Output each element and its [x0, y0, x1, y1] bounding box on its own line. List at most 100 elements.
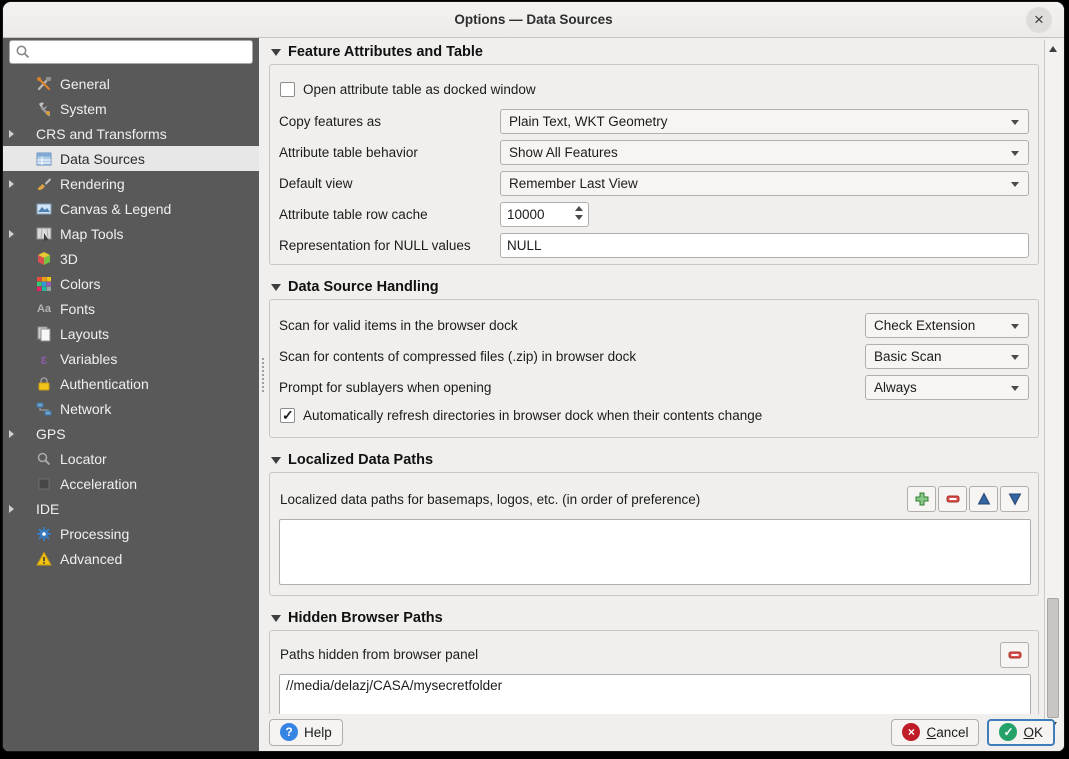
expander-icon[interactable] — [9, 180, 36, 188]
scroll-viewport: Feature Attributes and Table Open attrib… — [269, 40, 1045, 714]
sidebar-item-label: Map Tools — [60, 226, 124, 242]
sidebar-item-fonts[interactable]: Aa Fonts — [3, 296, 259, 321]
sidebar-item-network[interactable]: Network — [3, 396, 259, 421]
sidebar-item-canvas-legend[interactable]: Canvas & Legend — [3, 196, 259, 221]
sidebar-item-map-tools[interactable]: Map Tools — [3, 221, 259, 246]
sidebar-item-label: Advanced — [60, 551, 122, 567]
copy-features-dropdown[interactable]: Plain Text, WKT Geometry — [500, 109, 1029, 134]
collapse-triangle-icon[interactable] — [271, 457, 281, 464]
move-path-down-button[interactable] — [1000, 486, 1029, 512]
sidebar-item-variables[interactable]: ε Variables — [3, 346, 259, 371]
scan-valid-items-dropdown[interactable]: Check Extension — [865, 313, 1029, 338]
minus-icon — [1007, 647, 1023, 663]
lock-icon — [36, 376, 52, 392]
data-source-handling-groupbox: Scan for valid items in the browser dock… — [269, 299, 1039, 438]
sidebar-item-rendering[interactable]: Rendering — [3, 171, 259, 196]
paintbrush-icon — [36, 176, 52, 192]
scroll-up-icon[interactable] — [1049, 46, 1057, 52]
dropdown-value: Remember Last View — [509, 176, 638, 191]
sidebar-item-data-sources[interactable]: Data Sources — [3, 146, 259, 171]
sidebar-item-label: General — [60, 76, 110, 92]
spin-up-icon[interactable] — [575, 206, 583, 211]
sidebar-item-label: Authentication — [60, 376, 149, 392]
add-path-button[interactable] — [907, 486, 936, 512]
ok-button-label: OK — [1023, 725, 1043, 740]
row-cache-spinner[interactable] — [500, 202, 589, 227]
title-bar[interactable]: Options — Data Sources × — [3, 2, 1064, 38]
search-icon — [15, 44, 31, 60]
system-wrench-icon — [36, 101, 52, 117]
group-localized-data-paths[interactable]: Localized Data Paths — [269, 450, 1045, 470]
sidebar-item-label: IDE — [36, 501, 59, 517]
sidebar-item-locator[interactable]: Locator — [3, 446, 259, 471]
group-title: Hidden Browser Paths — [288, 610, 443, 626]
panel-splitter[interactable] — [259, 38, 267, 751]
cancel-button-label: Cancel — [926, 725, 968, 740]
dropdown-value: Basic Scan — [874, 349, 942, 364]
sidebar-item-label: Rendering — [60, 176, 125, 192]
sidebar-item-label: Processing — [60, 526, 129, 542]
sidebar-item-processing[interactable]: Processing — [3, 521, 259, 546]
group-hidden-browser-paths[interactable]: Hidden Browser Paths — [269, 608, 1045, 628]
group-title: Data Source Handling — [288, 279, 439, 295]
move-path-up-button[interactable] — [969, 486, 998, 512]
hidden-path-item[interactable]: //media/delazj/CASA/mysecretfolder — [280, 675, 1030, 696]
collapse-triangle-icon[interactable] — [271, 49, 281, 56]
sidebar-item-advanced[interactable]: Advanced — [3, 546, 259, 571]
ok-button[interactable]: ✓ OK — [987, 719, 1055, 746]
warning-triangle-icon — [36, 551, 52, 567]
cancel-button[interactable]: × Cancel — [891, 719, 979, 746]
localized-paths-list[interactable] — [279, 519, 1031, 585]
sidebar-item-label: Acceleration — [60, 476, 137, 492]
collapse-triangle-icon[interactable] — [271, 284, 281, 291]
spin-down-icon[interactable] — [575, 215, 583, 220]
arrow-down-icon — [1007, 491, 1023, 507]
sidebar-item-gps[interactable]: GPS — [3, 421, 259, 446]
help-button[interactable]: ? Help — [269, 719, 343, 746]
group-feature-attributes[interactable]: Feature Attributes and Table — [269, 42, 1045, 62]
plus-icon — [914, 491, 930, 507]
feature-attributes-groupbox: Open attribute table as docked window Co… — [269, 64, 1039, 265]
vertical-scrollbar[interactable] — [1044, 40, 1061, 734]
sidebar-item-colors[interactable]: Colors — [3, 271, 259, 296]
expander-icon[interactable] — [9, 505, 36, 513]
canvas-image-icon — [36, 201, 52, 217]
sidebar-item-3d[interactable]: 3D — [3, 246, 259, 271]
expander-icon[interactable] — [9, 230, 36, 238]
minus-icon — [945, 491, 961, 507]
scrollbar-thumb[interactable] — [1047, 598, 1059, 718]
sidebar-item-authentication[interactable]: Authentication — [3, 371, 259, 396]
null-representation-input[interactable] — [500, 233, 1029, 258]
checkbox-label: Automatically refresh directories in bro… — [303, 408, 762, 423]
hidden-paths-list[interactable]: //media/delazj/CASA/mysecretfolder — [279, 674, 1031, 714]
dialog-button-bar: ? Help × Cancel ✓ OK — [267, 713, 1064, 751]
sidebar-item-label: Canvas & Legend — [60, 201, 171, 217]
remove-path-button[interactable] — [938, 486, 967, 512]
sidebar-item-crs-and-transforms[interactable]: CRS and Transforms — [3, 121, 259, 146]
default-view-dropdown[interactable]: Remember Last View — [500, 171, 1029, 196]
expander-icon[interactable] — [9, 130, 36, 138]
prompt-sublayers-dropdown[interactable]: Always — [865, 375, 1029, 400]
attr-table-behavior-dropdown[interactable]: Show All Features — [500, 140, 1029, 165]
sidebar-item-system[interactable]: System — [3, 96, 259, 121]
collapse-triangle-icon[interactable] — [271, 615, 281, 622]
auto-refresh-directories-checkbox[interactable] — [280, 408, 295, 423]
sidebar-item-ide[interactable]: IDE — [3, 496, 259, 521]
close-icon[interactable]: × — [1026, 7, 1052, 33]
dropdown-value: Show All Features — [509, 145, 618, 160]
sidebar-item-label: Locator — [60, 451, 107, 467]
expander-icon[interactable] — [9, 430, 36, 438]
open-attr-table-docked-checkbox[interactable] — [280, 82, 295, 97]
sidebar-item-label: Layouts — [60, 326, 109, 342]
search-input[interactable] — [9, 40, 253, 64]
group-title: Feature Attributes and Table — [288, 44, 483, 60]
sidebar-item-general[interactable]: General — [3, 71, 259, 96]
sidebar-item-layouts[interactable]: Layouts — [3, 321, 259, 346]
scan-zip-dropdown[interactable]: Basic Scan — [865, 344, 1029, 369]
group-data-source-handling[interactable]: Data Source Handling — [269, 277, 1045, 297]
sidebar-item-acceleration[interactable]: Acceleration — [3, 471, 259, 496]
remove-hidden-path-button[interactable] — [1000, 642, 1029, 668]
epsilon-variable-icon: ε — [36, 351, 52, 367]
copy-features-label: Copy features as — [279, 114, 500, 129]
sidebar-item-label: Variables — [60, 351, 117, 367]
